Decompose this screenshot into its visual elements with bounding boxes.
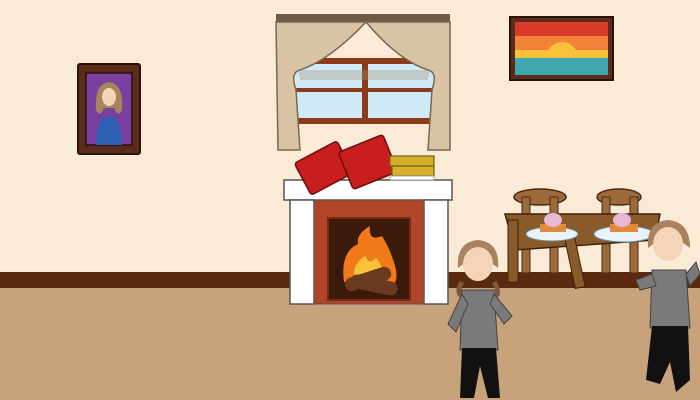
- room-illustration: [0, 0, 700, 400]
- floor: [0, 288, 700, 400]
- sunset-painting[interactable]: [509, 16, 614, 81]
- fireplace[interactable]: [283, 179, 453, 305]
- portrait-painting[interactable]: [77, 63, 141, 155]
- room-scene: [0, 0, 700, 400]
